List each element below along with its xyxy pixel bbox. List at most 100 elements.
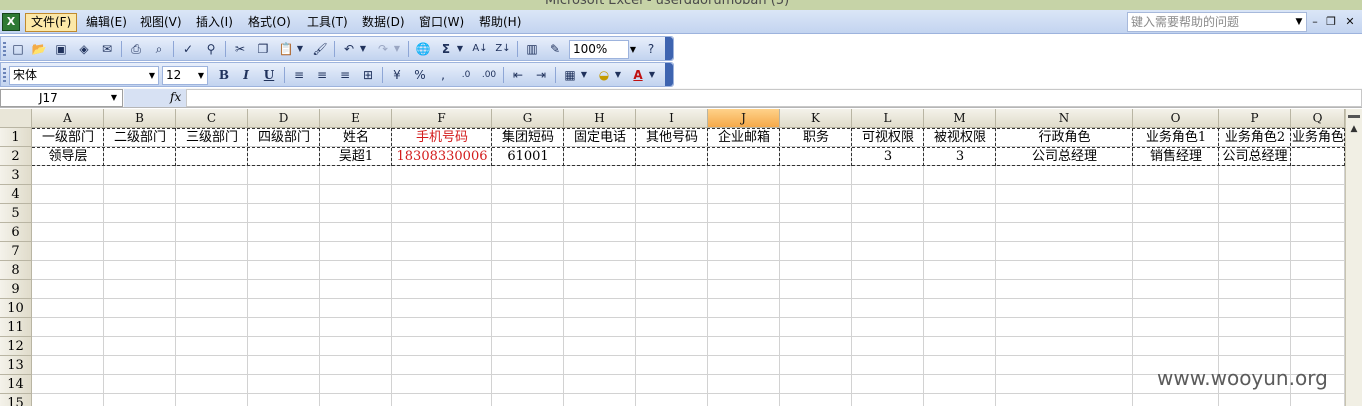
row-header-13[interactable]: 13 [0, 356, 32, 375]
align-right-icon[interactable]: ≡ [336, 66, 354, 84]
menu-insert[interactable]: 插入(I) [191, 13, 238, 32]
row-header-14[interactable]: 14 [0, 375, 32, 394]
borders-icon[interactable]: ▦ [561, 66, 579, 84]
cell-f2[interactable]: 18308330006 [392, 147, 492, 166]
row-header-9[interactable]: 9 [0, 280, 32, 299]
row-header-12[interactable]: 12 [0, 337, 32, 356]
undo-icon[interactable]: ↶ [340, 40, 358, 58]
research-icon[interactable]: ⚲ [202, 40, 220, 58]
font-select[interactable]: 宋体 [9, 66, 159, 85]
column-header-g[interactable]: G [492, 109, 564, 128]
doc-restore-button[interactable]: ❐ [1324, 15, 1338, 29]
paste-icon[interactable]: 📋 [277, 40, 295, 58]
column-header-i[interactable]: I [636, 109, 708, 128]
cell-b1[interactable]: 二级部门 [104, 128, 176, 147]
toolbar-options-icon[interactable] [665, 37, 673, 60]
row-header-10[interactable]: 10 [0, 299, 32, 318]
help-icon[interactable]: ? [642, 40, 660, 58]
cell-e2[interactable]: 吴超1 [320, 147, 392, 166]
vertical-scrollbar[interactable]: ▲ [1345, 109, 1362, 406]
cell-m2[interactable]: 3 [924, 147, 996, 166]
hyperlink-icon[interactable]: 🌐 [414, 40, 432, 58]
menu-data[interactable]: 数据(D) [357, 13, 410, 32]
chart-wizard-icon[interactable]: ▥ [523, 40, 541, 58]
cell-n1[interactable]: 行政角色 [996, 128, 1133, 147]
row-header-2[interactable]: 2 [0, 147, 32, 166]
cell-g1[interactable]: 集团短码 [492, 128, 564, 147]
align-left-icon[interactable]: ≡ [290, 66, 308, 84]
row-header-11[interactable]: 11 [0, 318, 32, 337]
email-icon[interactable]: ✉ [98, 40, 116, 58]
row-header-15[interactable]: 15 [0, 394, 32, 406]
font-color-icon[interactable]: A [629, 66, 647, 84]
row-header-7[interactable]: 7 [0, 242, 32, 261]
cell-e1[interactable]: 姓名 [320, 128, 392, 147]
zoom-dropdown-icon[interactable]: ▼ [627, 40, 639, 59]
menu-help[interactable]: 帮助(H) [474, 13, 526, 32]
column-header-c[interactable]: C [176, 109, 248, 128]
help-dropdown-icon[interactable]: ▼ [1293, 13, 1305, 31]
bold-button[interactable]: B [215, 66, 233, 84]
column-header-n[interactable]: N [996, 109, 1133, 128]
copy-icon[interactable]: ❐ [254, 40, 272, 58]
select-all-corner[interactable] [0, 109, 32, 128]
print-icon[interactable]: ⎙ [127, 40, 145, 58]
fill-color-icon[interactable]: ◒ [595, 66, 613, 84]
menu-window[interactable]: 窗口(W) [414, 13, 469, 32]
row-header-1[interactable]: 1 [0, 128, 32, 147]
row-header-3[interactable]: 3 [0, 166, 32, 185]
italic-button[interactable]: I [237, 66, 255, 84]
comma-style-icon[interactable]: , [434, 66, 452, 84]
increase-indent-icon[interactable]: ⇥ [532, 66, 550, 84]
autosum-dropdown-icon[interactable]: ▼ [455, 40, 465, 58]
name-box-dropdown-icon[interactable]: ▼ [108, 89, 120, 107]
permission-icon[interactable]: ◈ [75, 40, 93, 58]
cell-q1[interactable]: 业务角色 [1291, 128, 1345, 147]
doc-close-button[interactable]: ✕ [1343, 15, 1357, 29]
drawing-icon[interactable]: ✎ [546, 40, 564, 58]
cell-g2[interactable]: 61001 [492, 147, 564, 166]
font-size-dropdown-icon[interactable]: ▼ [195, 66, 207, 85]
decrease-decimal-icon[interactable]: .00 [480, 66, 498, 84]
fill-color-dropdown-icon[interactable]: ▼ [613, 66, 623, 84]
cell-j1[interactable]: 企业邮箱 [708, 128, 780, 147]
column-header-f[interactable]: F [392, 109, 492, 128]
doc-minimize-button[interactable]: – [1308, 15, 1322, 29]
undo-dropdown-icon[interactable]: ▼ [358, 40, 368, 58]
row-header-8[interactable]: 8 [0, 261, 32, 280]
new-icon[interactable]: □ [9, 40, 27, 58]
cell-l1[interactable]: 可视权限 [852, 128, 924, 147]
column-header-q[interactable]: Q [1291, 109, 1345, 128]
row-header-4[interactable]: 4 [0, 185, 32, 204]
sort-ascending-icon[interactable]: A↓ [471, 40, 489, 58]
menu-view[interactable]: 视图(V) [135, 13, 187, 32]
spelling-icon[interactable]: ✓ [179, 40, 197, 58]
merge-center-icon[interactable]: ⊞ [359, 66, 377, 84]
cut-icon[interactable]: ✂ [231, 40, 249, 58]
excel-app-icon[interactable]: X [2, 13, 20, 31]
formula-input[interactable] [186, 89, 1362, 107]
column-header-o[interactable]: O [1133, 109, 1219, 128]
redo-icon[interactable]: ↷ [374, 40, 392, 58]
column-header-b[interactable]: B [104, 109, 176, 128]
cell-c1[interactable]: 三级部门 [176, 128, 248, 147]
font-dropdown-icon[interactable]: ▼ [146, 66, 158, 85]
toolbar-grip[interactable] [3, 42, 6, 56]
font-color-dropdown-icon[interactable]: ▼ [647, 66, 657, 84]
cell-i1[interactable]: 其他号码 [636, 128, 708, 147]
print-preview-icon[interactable]: ⌕ [150, 40, 168, 58]
underline-button[interactable]: U [260, 66, 278, 84]
menu-format[interactable]: 格式(O) [243, 13, 296, 32]
column-header-a[interactable]: A [32, 109, 104, 128]
cell-f1[interactable]: 手机号码 [392, 128, 492, 147]
zoom-select[interactable]: 100% [569, 40, 629, 59]
menu-tools[interactable]: 工具(T) [302, 13, 353, 32]
open-icon[interactable]: 📂 [30, 40, 48, 58]
currency-icon[interactable]: ¥ [388, 66, 406, 84]
menu-edit[interactable]: 编辑(E) [81, 13, 132, 32]
menu-file[interactable]: 文件(F) [25, 13, 78, 32]
percent-icon[interactable]: % [411, 66, 429, 84]
cell-l2[interactable]: 3 [852, 147, 924, 166]
cell-a2[interactable]: 领导层 [32, 147, 104, 166]
format-painter-icon[interactable]: 🖌 [311, 40, 329, 58]
